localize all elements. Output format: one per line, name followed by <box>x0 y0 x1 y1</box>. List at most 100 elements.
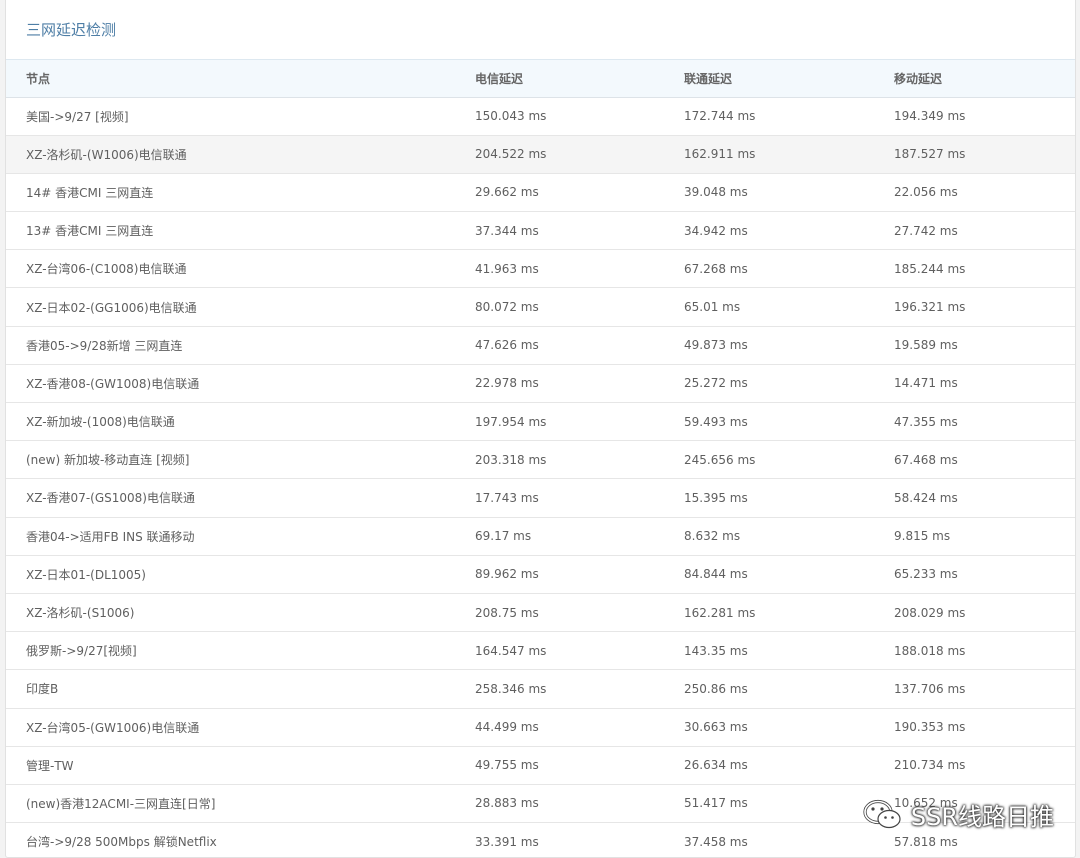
table-row[interactable]: 印度B 258.346 ms 250.86 ms 137.706 ms <box>6 669 1075 709</box>
header-unicom-latency[interactable]: 联通延迟 <box>664 60 874 98</box>
wechat-icon <box>863 799 901 828</box>
node-cell: XZ-台湾05-(GW1006)电信联通 <box>6 708 455 747</box>
unicom-latency-cell: 37.458 ms <box>664 822 874 857</box>
table-row[interactable]: XZ-台湾06-(C1008)电信联通 41.963 ms 67.268 ms 185… <box>6 249 1075 289</box>
node-cell: XZ-日本02-(GG1006)电信联通 <box>6 287 455 327</box>
unicom-latency-cell: 8.632 ms <box>664 517 874 556</box>
telecom-latency-cell: 164.547 ms <box>455 631 664 671</box>
unicom-latency-cell: 162.281 ms <box>664 593 874 633</box>
unicom-latency-cell: 172.744 ms <box>664 97 874 136</box>
table-row[interactable]: 14# 香港CMI 三网直连 29.662 ms 39.048 ms 22.056 m… <box>6 173 1075 213</box>
watermark-text: SSR线路日推 <box>910 803 1054 831</box>
telecom-latency-cell: 204.522 ms <box>455 135 664 174</box>
unicom-latency-cell: 65.01 ms <box>664 287 874 327</box>
table-row[interactable]: XZ-新加坡-(1008)电信联通 197.954 ms 59.493 ms 47.3… <box>6 402 1075 442</box>
node-cell: 俄罗斯->9/27[视频] <box>6 631 455 671</box>
latency-panel: 三网延迟检测 节点 电信延迟 联通延迟 移动延迟 美国->9/27 [视频] 15… <box>5 0 1076 858</box>
node-cell: XZ-洛杉矶-(W1006)电信联通 <box>6 135 455 174</box>
unicom-latency-cell: 51.417 ms <box>664 784 874 824</box>
telecom-latency-cell: 258.346 ms <box>455 669 664 709</box>
mobile-latency-cell: 47.355 ms <box>874 402 1075 442</box>
table-row[interactable]: XZ-洛杉矶-(W1006)电信联通 204.522 ms 162.911 ms 18… <box>6 135 1075 174</box>
node-cell: 台湾->9/28 500Mbps 解锁Netflix <box>6 822 455 857</box>
mobile-latency-cell: 208.029 ms <box>874 593 1075 633</box>
table-row[interactable]: 13# 香港CMI 三网直连 37.344 ms 34.942 ms 27.742 m… <box>6 211 1075 251</box>
telecom-latency-cell: 69.17 ms <box>455 517 664 556</box>
mobile-latency-cell: 190.353 ms <box>874 708 1075 747</box>
unicom-latency-cell: 25.272 ms <box>664 364 874 404</box>
unicom-latency-cell: 59.493 ms <box>664 402 874 442</box>
table-row[interactable]: XZ-日本01-(DL1005) 89.962 ms 84.844 ms 65.233… <box>6 555 1075 594</box>
unicom-latency-cell: 67.268 ms <box>664 249 874 289</box>
mobile-latency-cell: 67.468 ms <box>874 440 1075 480</box>
unicom-latency-cell: 245.656 ms <box>664 440 874 480</box>
table-row[interactable]: XZ-洛杉矶-(S1006) 208.75 ms 162.281 ms 208.029… <box>6 593 1075 633</box>
mobile-latency-cell: 188.018 ms <box>874 631 1075 671</box>
table-row[interactable]: XZ-日本02-(GG1006)电信联通 80.072 ms 65.01 ms 196… <box>6 287 1075 327</box>
table-row[interactable]: XZ-香港08-(GW1008)电信联通 22.978 ms 25.272 ms 14… <box>6 364 1075 404</box>
node-cell: (new)香港12ACMI-三网直连[日常] <box>6 784 455 824</box>
unicom-latency-cell: 49.873 ms <box>664 326 874 365</box>
telecom-latency-cell: 80.072 ms <box>455 287 664 327</box>
telecom-latency-cell: 37.344 ms <box>455 211 664 251</box>
table-row[interactable]: 香港05->9/28新增 三网直连 47.626 ms 49.873 ms 19.58… <box>6 326 1075 365</box>
node-cell: 印度B <box>6 669 455 709</box>
telecom-latency-cell: 49.755 ms <box>455 746 664 785</box>
node-cell: 香港05->9/28新增 三网直连 <box>6 326 455 365</box>
mobile-latency-cell: 14.471 ms <box>874 364 1075 404</box>
unicom-latency-cell: 30.663 ms <box>664 708 874 747</box>
mobile-latency-cell: 65.233 ms <box>874 555 1075 594</box>
table-row[interactable]: 管理-TW 49.755 ms 26.634 ms 210.734 ms <box>6 746 1075 785</box>
mobile-latency-cell: 27.742 ms <box>874 211 1075 251</box>
node-cell: 管理-TW <box>6 746 455 785</box>
table-row[interactable]: 美国->9/27 [视频] 150.043 ms 172.744 ms 194.349… <box>6 97 1075 136</box>
node-cell: 香港04->适用FB INS 联通移动 <box>6 517 455 556</box>
mobile-latency-cell: 137.706 ms <box>874 669 1075 709</box>
node-cell: (new) 新加坡-移动直连 [视频] <box>6 440 455 480</box>
telecom-latency-cell: 17.743 ms <box>455 478 664 518</box>
node-cell: 13# 香港CMI 三网直连 <box>6 211 455 251</box>
node-cell: XZ-新加坡-(1008)电信联通 <box>6 402 455 442</box>
telecom-latency-cell: 47.626 ms <box>455 326 664 365</box>
mobile-latency-cell: 210.734 ms <box>874 746 1075 785</box>
node-cell: XZ-香港08-(GW1008)电信联通 <box>6 364 455 404</box>
table-row[interactable]: 香港04->适用FB INS 联通移动 69.17 ms 8.632 ms 9.815… <box>6 517 1075 556</box>
telecom-latency-cell: 208.75 ms <box>455 593 664 633</box>
mobile-latency-cell: 9.815 ms <box>874 517 1075 556</box>
table-header: 节点 电信延迟 联通延迟 移动延迟 <box>6 60 1075 98</box>
node-cell: XZ-日本01-(DL1005) <box>6 555 455 594</box>
node-cell: XZ-香港07-(GS1008)电信联通 <box>6 478 455 518</box>
unicom-latency-cell: 84.844 ms <box>664 555 874 594</box>
table-row[interactable]: (new) 新加坡-移动直连 [视频] 203.318 ms 245.656 ms 6… <box>6 440 1075 480</box>
table-row[interactable]: XZ-台湾05-(GW1006)电信联通 44.499 ms 30.663 ms 19… <box>6 708 1075 747</box>
mobile-latency-cell: 58.424 ms <box>874 478 1075 518</box>
telecom-latency-cell: 197.954 ms <box>455 402 664 442</box>
mobile-latency-cell: 22.056 ms <box>874 173 1075 213</box>
watermark: SSR线路日推 <box>863 797 1054 832</box>
header-node[interactable]: 节点 <box>6 60 455 98</box>
node-cell: 美国->9/27 [视频] <box>6 97 455 136</box>
telecom-latency-cell: 203.318 ms <box>455 440 664 480</box>
mobile-latency-cell: 194.349 ms <box>874 97 1075 136</box>
telecom-latency-cell: 22.978 ms <box>455 364 664 404</box>
telecom-latency-cell: 28.883 ms <box>455 784 664 824</box>
telecom-latency-cell: 44.499 ms <box>455 708 664 747</box>
panel-title: 三网延迟检测 <box>6 0 1075 60</box>
telecom-latency-cell: 150.043 ms <box>455 97 664 136</box>
table-body: 美国->9/27 [视频] 150.043 ms 172.744 ms 194.349… <box>6 97 1075 857</box>
header-telecom-latency[interactable]: 电信延迟 <box>455 60 664 98</box>
table-row[interactable]: XZ-香港07-(GS1008)电信联通 17.743 ms 15.395 ms 58… <box>6 478 1075 518</box>
unicom-latency-cell: 39.048 ms <box>664 173 874 213</box>
node-cell: 14# 香港CMI 三网直连 <box>6 173 455 213</box>
telecom-latency-cell: 89.962 ms <box>455 555 664 594</box>
unicom-latency-cell: 26.634 ms <box>664 746 874 785</box>
mobile-latency-cell: 185.244 ms <box>874 249 1075 289</box>
unicom-latency-cell: 250.86 ms <box>664 669 874 709</box>
unicom-latency-cell: 15.395 ms <box>664 478 874 518</box>
mobile-latency-cell: 19.589 ms <box>874 326 1075 365</box>
telecom-latency-cell: 41.963 ms <box>455 249 664 289</box>
unicom-latency-cell: 34.942 ms <box>664 211 874 251</box>
node-cell: XZ-洛杉矶-(S1006) <box>6 593 455 633</box>
header-mobile-latency[interactable]: 移动延迟 <box>874 60 1075 98</box>
table-row[interactable]: 俄罗斯->9/27[视频] 164.547 ms 143.35 ms 188.018 … <box>6 631 1075 671</box>
